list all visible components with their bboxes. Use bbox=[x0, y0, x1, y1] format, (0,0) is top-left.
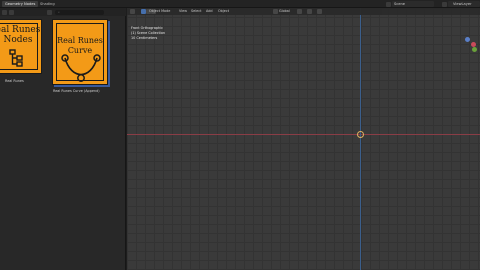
editor-type-icon[interactable] bbox=[130, 9, 135, 14]
3d-viewport[interactable]: Object Mode View Select Add Object Globa… bbox=[127, 8, 480, 270]
scene-name: Scene bbox=[394, 2, 405, 6]
tab-geometry-nodes[interactable]: Geometry Nodes bbox=[2, 1, 39, 7]
scene-field[interactable]: Scene bbox=[392, 1, 434, 7]
3d-cursor-icon[interactable] bbox=[357, 131, 364, 138]
y-axis-line bbox=[360, 8, 361, 270]
collection-name: (1) Scene Collection bbox=[131, 31, 166, 35]
pivot-icon[interactable] bbox=[297, 9, 302, 14]
view-name: Front Orthographic bbox=[131, 26, 163, 30]
snap-icon[interactable] bbox=[307, 9, 312, 14]
scene-icon[interactable] bbox=[386, 1, 391, 7]
menu-object[interactable]: Object bbox=[218, 9, 229, 14]
gizmo-axis-icon[interactable] bbox=[465, 37, 470, 42]
grid-scale: 10 Centimeters bbox=[131, 36, 158, 40]
thumb-title-line1: Real Runes bbox=[57, 36, 103, 45]
x-axis-line bbox=[127, 134, 480, 135]
tab-shading[interactable]: Shading bbox=[37, 1, 58, 7]
asset-browser-header: ⌕ bbox=[0, 8, 126, 16]
view-layer-icon[interactable] bbox=[442, 1, 447, 7]
view-layer-name: ViewLayer bbox=[453, 2, 472, 6]
filter-icon[interactable] bbox=[9, 9, 14, 15]
menu-add[interactable]: Add bbox=[206, 9, 213, 14]
asset-thumbnail-real-runes[interactable]: eal Runes Nodes bbox=[0, 19, 42, 74]
menu-view[interactable]: View bbox=[179, 9, 187, 14]
search-input[interactable]: ⌕ bbox=[55, 9, 104, 15]
thumb-title-line2: Nodes bbox=[3, 35, 33, 45]
asset-browser: ⌕ eal Runes Nodes Real Runes Real Runes … bbox=[0, 8, 126, 270]
menu-select[interactable]: Select bbox=[191, 9, 201, 14]
asset-label-real-runes-curve: Real Runes Curve (Append) bbox=[53, 89, 100, 93]
node-tree-icon bbox=[9, 49, 23, 67]
asset-label-real-runes: Real Runes bbox=[5, 79, 24, 83]
filter-options-icon[interactable] bbox=[47, 9, 52, 15]
viewport-header: Object Mode View Select Add Object Globa… bbox=[127, 8, 480, 15]
object-mode-dropdown[interactable]: Object Mode bbox=[149, 9, 170, 14]
search-icon: ⌕ bbox=[58, 9, 60, 14]
gizmo-axis-icon[interactable] bbox=[472, 47, 477, 52]
curve-icon bbox=[61, 54, 101, 82]
view-layer-field[interactable]: ViewLayer bbox=[448, 1, 480, 7]
asset-thumbnail-real-runes-curve[interactable]: Real Runes Curve bbox=[52, 19, 108, 85]
proportional-edit-icon[interactable] bbox=[317, 9, 322, 14]
viewport-grid bbox=[127, 8, 480, 270]
transform-orientation-dropdown[interactable]: Global bbox=[279, 9, 290, 14]
thumb-title-line1: eal Runes bbox=[0, 25, 41, 35]
top-bar: Geometry Nodes Shading Scene ViewLayer bbox=[0, 0, 480, 8]
transform-orientation-icon[interactable] bbox=[273, 9, 278, 14]
editor-type-icon[interactable] bbox=[2, 9, 7, 15]
